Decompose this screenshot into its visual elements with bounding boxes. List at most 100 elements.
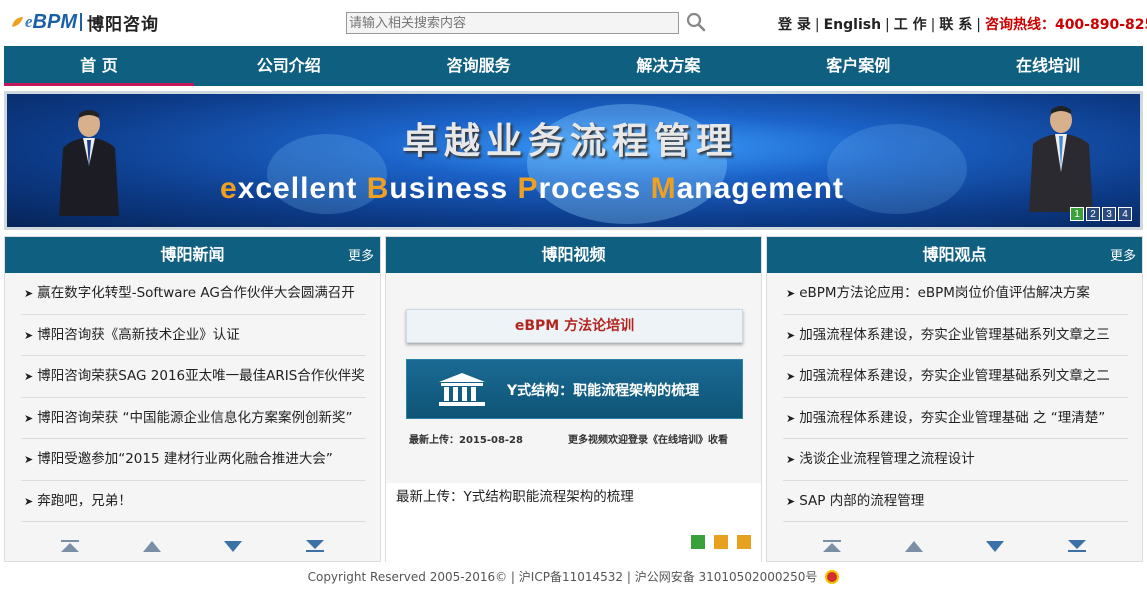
logo-divider: [80, 13, 82, 31]
chevron-right-icon: ➤: [24, 494, 34, 508]
scroll-down-icon[interactable]: [223, 539, 243, 553]
scroll-bottom-icon[interactable]: [1067, 539, 1087, 553]
banner-subtitle-initial: B: [366, 172, 390, 205]
list-item[interactable]: ➤ 博阳咨询荣获SAG 2016亚太唯一最佳ARIS合作伙伴奖: [21, 356, 366, 398]
video-card-title: Y式结构：职能流程架构的梳理: [507, 383, 700, 399]
video-page-dot[interactable]: [737, 535, 751, 549]
chevron-right-icon: ➤: [24, 370, 34, 383]
views-item-title: eBPM方法论应用：eBPM岗位价值评估解决方案: [799, 285, 1090, 301]
hotline: 咨询热线：400-890-8258: [984, 17, 1147, 33]
building-icon: [439, 373, 485, 406]
footer-copyright: Copyright Reserved 2005-2016© | 沪ICP备110…: [307, 570, 818, 584]
views-scroll-controls: [767, 539, 1142, 553]
news-item-title: 博阳咨询荣获SAG 2016亚太唯一最佳ARIS合作伙伴奖: [37, 368, 365, 384]
banner-glow: [827, 124, 967, 214]
video-panel-title: 博阳视频: [541, 245, 606, 264]
banner-subtitle-part: rocess: [538, 172, 651, 205]
scroll-up-icon[interactable]: [904, 539, 924, 553]
list-item[interactable]: ➤ eBPM方法论应用：eBPM岗位价值评估解决方案: [783, 273, 1128, 315]
views-item-title: 加强流程体系建设，夯实企业管理基础 之 “理清楚”: [799, 409, 1106, 426]
logo-company-name: 博阳咨询: [87, 14, 159, 35]
logo[interactable]: e BPM 博阳咨询: [10, 8, 159, 36]
nav-consulting[interactable]: 咨询服务: [384, 46, 574, 86]
list-item[interactable]: ➤ 博阳受邀参加“2015 建材行业两化融合推进大会”: [21, 439, 366, 481]
chevron-right-icon: ➤: [786, 494, 796, 508]
chevron-right-icon: ➤: [786, 328, 796, 342]
search-input[interactable]: [346, 12, 679, 34]
contact-link[interactable]: 联 系: [939, 14, 972, 34]
views-list: ➤ eBPM方法论应用：eBPM岗位价值评估解决方案 ➤ 加强流程体系建设，夯实企业…: [767, 273, 1142, 522]
divider: |: [976, 17, 981, 33]
banner-page-dot[interactable]: 3: [1102, 207, 1116, 221]
chevron-right-icon: ➤: [786, 287, 796, 300]
nav-cases[interactable]: 客户案例: [763, 46, 953, 86]
chevron-right-icon: ➤: [786, 453, 796, 466]
banner-subtitle-part: usiness: [389, 172, 518, 205]
chevron-right-icon: ➤: [786, 370, 796, 383]
views-item-title: 加强流程体系建设，夯实企业管理基础系列文章之三: [799, 326, 1110, 343]
video-latest-title[interactable]: 最新上传：Y式结构职能流程架构的梳理: [396, 485, 634, 505]
list-item[interactable]: ➤ 奔跑吧，兄弟！: [21, 481, 366, 522]
scroll-top-icon[interactable]: [822, 539, 842, 553]
hero-banner[interactable]: 卓越业务流程管理 excellent Business Process Mana…: [4, 91, 1143, 230]
login-link[interactable]: 登 录: [778, 14, 811, 34]
news-panel-title: 博阳新闻: [160, 245, 225, 264]
chevron-right-icon: ➤: [24, 287, 34, 300]
list-item[interactable]: ➤ 加强流程体系建设，夯实企业管理基础系列文章之三: [783, 315, 1128, 356]
scroll-top-icon[interactable]: [60, 539, 80, 553]
banner-subtitle-initial: P: [517, 172, 539, 205]
views-item-title: 浅谈企业流程管理之流程设计: [799, 451, 975, 467]
video-card-y-structure[interactable]: Y式结构：职能流程架构的梳理: [406, 359, 743, 419]
banner-page-dot[interactable]: 4: [1118, 207, 1132, 221]
main-nav: 首 页 公司介绍 咨询服务 解决方案 客户案例 在线培训: [4, 46, 1143, 86]
video-more-note[interactable]: 更多视频欢迎登录《在线培训》收看: [568, 431, 728, 446]
list-item[interactable]: ➤ 浅谈企业流程管理之流程设计: [783, 439, 1128, 481]
chevron-right-icon: ➤: [24, 328, 34, 342]
search-icon[interactable]: [686, 12, 706, 32]
scroll-bottom-icon[interactable]: [305, 539, 325, 553]
news-item-title: 赢在数字化转型-Software AG合作伙伴大会圆满召开: [37, 285, 355, 301]
news-panel: 博阳新闻 更多 ➤ 赢在数字化转型-Software AG合作伙伴大会圆满召开 ➤…: [4, 236, 381, 562]
nav-about[interactable]: 公司介绍: [194, 46, 384, 86]
views-item-title: SAP 内部的流程管理: [799, 492, 925, 509]
list-item[interactable]: ➤ 赢在数字化转型-Software AG合作伙伴大会圆满召开: [21, 273, 366, 315]
news-list: ➤ 赢在数字化转型-Software AG合作伙伴大会圆满召开 ➤ 博阳咨询获《高新…: [5, 273, 380, 522]
news-panel-header: 博阳新闻 更多: [5, 237, 380, 273]
video-page-dot[interactable]: [714, 535, 728, 549]
banner-page-dot[interactable]: 2: [1086, 207, 1100, 221]
english-link[interactable]: English: [824, 17, 881, 33]
top-header: e BPM 博阳咨询 登 录|English|工 作|联 系|咨询热线：400-…: [0, 0, 1147, 44]
banner-page-dot[interactable]: 1: [1070, 207, 1084, 221]
leaf-icon: [12, 17, 23, 27]
news-item-title: 博阳咨询荣获 “中国能源企业信息化方案案例创新奖”: [37, 409, 353, 426]
views-more-link[interactable]: 更多: [1110, 249, 1136, 265]
scroll-up-icon[interactable]: [142, 539, 162, 553]
chevron-right-icon: ➤: [24, 411, 34, 425]
video-page-dot[interactable]: [691, 535, 705, 549]
jobs-link[interactable]: 工 作: [894, 14, 927, 34]
divider: |: [930, 17, 936, 33]
list-item[interactable]: ➤ 博阳咨询荣获 “中国能源企业信息化方案案例创新奖”: [21, 398, 366, 439]
views-panel-title: 博阳观点: [922, 245, 987, 264]
logo-e: e: [25, 12, 33, 31]
list-item[interactable]: ➤ SAP 内部的流程管理: [783, 481, 1128, 522]
news-more-link[interactable]: 更多: [348, 249, 374, 265]
list-item[interactable]: ➤ 博阳咨询获《高新技术企业》认证: [21, 315, 366, 356]
nav-solutions[interactable]: 解决方案: [573, 46, 763, 86]
banner-subtitle: excellent Business Process Management: [220, 172, 844, 206]
list-item[interactable]: ➤ 加强流程体系建设，夯实企业管理基础 之 “理清楚”: [783, 398, 1128, 439]
nav-home[interactable]: 首 页: [4, 46, 194, 86]
news-item-title: 奔跑吧，兄弟！: [37, 492, 132, 509]
video-panel: 博阳视频 eBPM 方法论培训 Y式结构：职能流程架构的梳理 最新上传：2015…: [385, 236, 762, 563]
scroll-down-icon[interactable]: [985, 539, 1005, 553]
person-right-image: [1029, 106, 1093, 212]
person-left-image: [59, 110, 119, 216]
video-card-ebpm[interactable]: eBPM 方法论培训: [406, 309, 743, 343]
banner-subtitle-initial: e: [220, 172, 238, 205]
news-scroll-controls: [5, 539, 380, 553]
banner-pagination: 1 2 3 4: [1070, 207, 1132, 221]
video-panel-header: 博阳视频: [386, 237, 761, 273]
nav-training[interactable]: 在线培训: [953, 46, 1143, 86]
police-badge-icon[interactable]: [825, 570, 840, 584]
list-item[interactable]: ➤ 加强流程体系建设，夯实企业管理基础系列文章之二: [783, 356, 1128, 398]
